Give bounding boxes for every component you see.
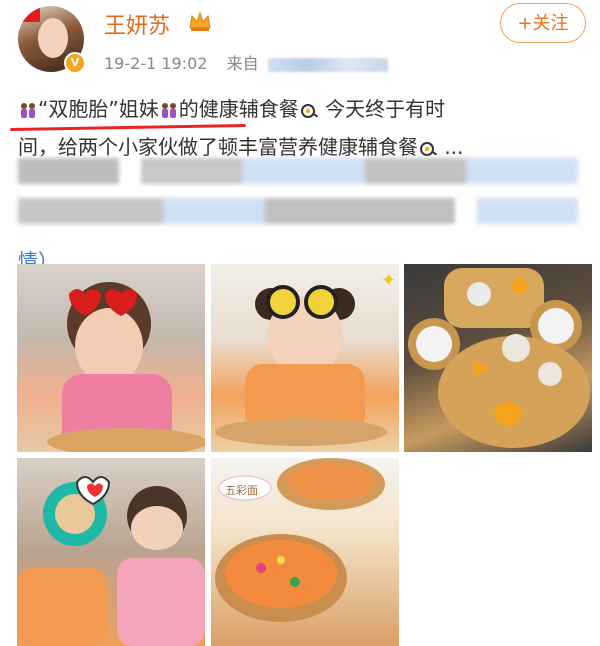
- frying-pan-egg-icon: [300, 103, 318, 118]
- photo-girl-sunglasses-icon: ✦: [215, 270, 396, 446]
- photo-tile-4[interactable]: [17, 458, 205, 646]
- two-girls-icon: [161, 102, 176, 118]
- photo-tile-3[interactable]: [404, 264, 592, 452]
- photo-tile-2[interactable]: ✦: [211, 264, 399, 452]
- photo-caption: 五彩面: [225, 484, 258, 497]
- sisters-word: 姐妹: [118, 97, 159, 121]
- post-text: “双胞胎”姐妹 的健康辅食餐 今天终于有时 间，给两个小家伙做了顿丰富营养健康辅…: [18, 90, 588, 280]
- photo-tile-1[interactable]: [17, 264, 205, 452]
- follow-button[interactable]: +关注: [500, 3, 586, 43]
- quote-close: ”: [108, 97, 119, 121]
- china-flag-icon: [20, 6, 40, 22]
- photo-girl-eating-icon: [47, 282, 205, 452]
- blurred-text-line-2: [18, 198, 578, 224]
- crown-vip-icon: [189, 11, 211, 31]
- post-line-1: “双胞胎”姐妹 的健康辅食餐 今天终于有时: [18, 90, 588, 128]
- post-timestamp: 19-2-1 19:02: [104, 54, 208, 73]
- blurred-text-line-1: [18, 158, 578, 184]
- post-line-1-rest: 的健康辅食餐: [178, 97, 299, 121]
- source-prefix: 来自: [226, 54, 259, 73]
- avatar-face: [38, 18, 68, 58]
- photo-tile-5[interactable]: 五彩面: [211, 458, 399, 646]
- svg-text:✦: ✦: [381, 270, 396, 291]
- photo-girls-drinking-icon: [17, 476, 205, 646]
- frying-pan-egg-icon: [420, 141, 438, 156]
- two-girls-icon: [21, 102, 35, 118]
- post-line-2-text: 间，给两个小家伙做了顿丰富营养健康辅食餐: [18, 135, 418, 159]
- post-ellipsis[interactable]: ...: [438, 135, 463, 159]
- user-name[interactable]: 王妍苏: [104, 8, 170, 40]
- photo-food-plates-icon: [408, 268, 590, 448]
- source-blurred: [267, 57, 388, 72]
- verified-badge-icon: V: [64, 52, 86, 74]
- post-meta: 19-2-1 19:02 来自: [104, 50, 388, 74]
- post-header: V 王妍苏 19-2-1 19:02 来自 +关注: [0, 0, 600, 80]
- post-line-1-tail: 今天终于有时: [318, 97, 446, 121]
- twins-word: 双胞胎: [48, 97, 109, 121]
- photo-grid: ✦ 五彩面: [0, 264, 600, 646]
- quote-open: “: [38, 97, 49, 121]
